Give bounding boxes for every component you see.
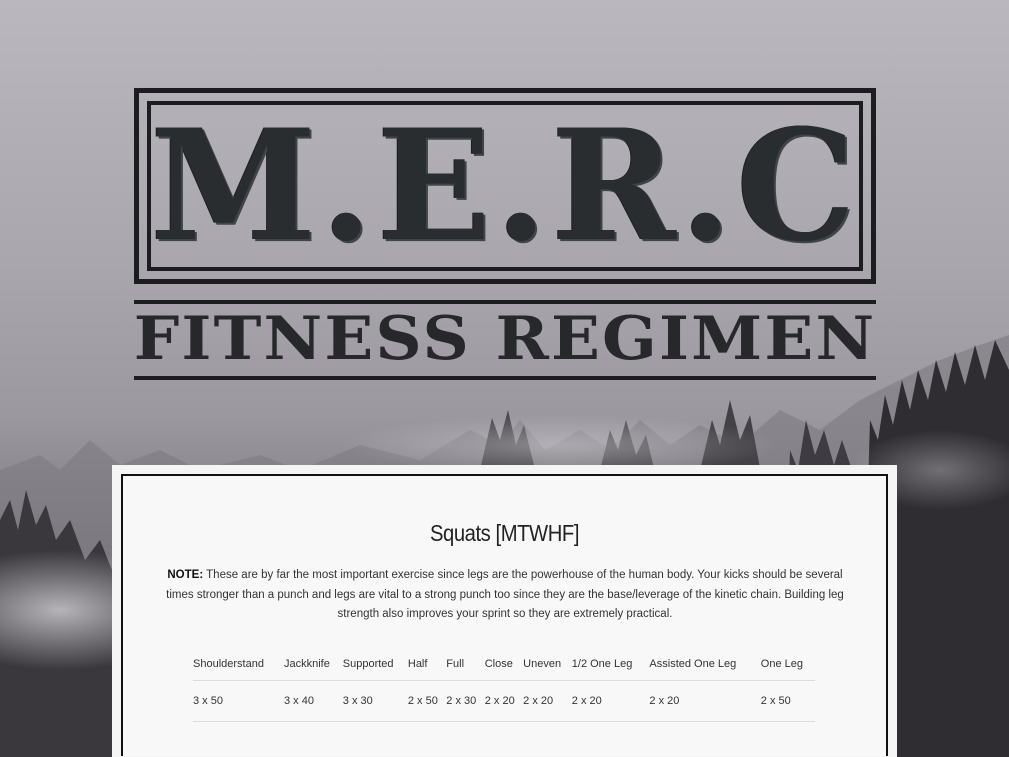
table-cell: 2 x 50 xyxy=(407,680,447,722)
content-card-inner: Squats [MTWHF] NOTE: These are by far th… xyxy=(121,474,888,756)
column-header-full: Full xyxy=(446,648,485,681)
logo-divider-bottom xyxy=(134,376,876,380)
table-cell: 2 x 50 xyxy=(760,680,815,722)
logo-title: M.E.R.C xyxy=(150,96,860,276)
logo-subtitle: FITNESS REGIMEN xyxy=(133,304,877,374)
column-header-shoulderstand: Shoulderstand xyxy=(193,648,284,681)
column-header-one-leg: One Leg xyxy=(760,648,815,681)
column-header-close: Close xyxy=(484,648,524,681)
logo-frame: M.E.R.C xyxy=(134,88,876,284)
column-header-assisted-one-leg: Assisted One Leg xyxy=(649,648,761,681)
content-card: Squats [MTWHF] NOTE: These are by far th… xyxy=(112,465,897,757)
section-note: NOTE: These are by far the most importan… xyxy=(161,566,849,625)
table-cell: 3 x 50 xyxy=(193,680,284,722)
table-row: 3 x 50 3 x 40 3 x 30 2 x 50 2 x 30 2 x 2… xyxy=(193,680,815,722)
section-title: Squats [MTWHF] xyxy=(429,520,580,546)
table-cell: 2 x 30 xyxy=(446,680,485,722)
table-cell: 3 x 40 xyxy=(283,680,343,722)
table-cell: 2 x 20 xyxy=(523,680,572,722)
table-cell: 2 x 20 xyxy=(484,680,524,722)
table-cell: 3 x 30 xyxy=(342,680,408,722)
column-header-supported: Supported xyxy=(342,648,408,681)
column-header-half-one-leg: 1/2 One Leg xyxy=(571,648,650,681)
sets-table: Shoulderstand Jackknife Supported Half F… xyxy=(193,648,815,722)
merc-logo: M.E.R.C FITNESS REGIMEN xyxy=(134,88,876,384)
table-cell: 2 x 20 xyxy=(649,680,761,722)
table-header-row: Shoulderstand Jackknife Supported Half F… xyxy=(193,648,815,681)
column-header-uneven: Uneven xyxy=(523,648,572,681)
logo-frame-inner: M.E.R.C xyxy=(147,101,863,271)
note-label: NOTE: xyxy=(167,569,204,581)
table-cell: 2 x 20 xyxy=(571,680,650,722)
note-text: These are by far the most important exer… xyxy=(166,569,844,620)
column-header-half: Half xyxy=(407,648,447,681)
column-header-jackknife: Jackknife xyxy=(283,648,343,681)
